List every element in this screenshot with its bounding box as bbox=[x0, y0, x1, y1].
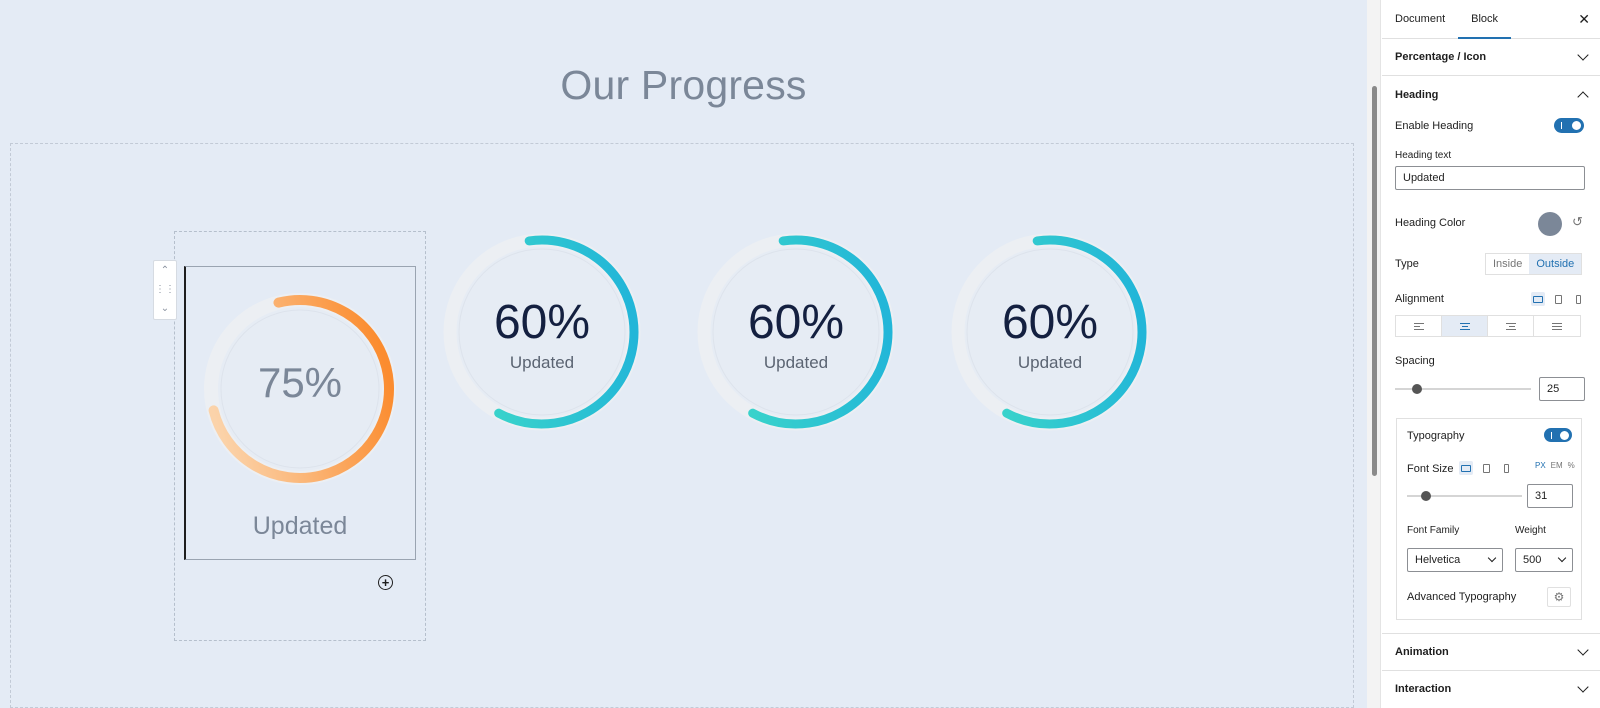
font-family-value: Helvetica bbox=[1415, 554, 1461, 566]
page-title[interactable]: Our Progress bbox=[0, 62, 1367, 109]
chevron-down-icon bbox=[1557, 553, 1567, 563]
heading-color-label: Heading Color bbox=[1395, 217, 1466, 229]
spacing-input[interactable]: 25 bbox=[1539, 377, 1585, 401]
counter-percent-2: 60% bbox=[493, 296, 591, 349]
add-block-icon[interactable]: + bbox=[378, 575, 393, 590]
counter-circle-3[interactable]: 60% Updated bbox=[693, 229, 899, 435]
tablet-icon[interactable] bbox=[1551, 292, 1565, 306]
chevron-up-icon bbox=[1577, 90, 1589, 103]
enable-heading-toggle[interactable] bbox=[1554, 118, 1584, 133]
panel-interaction[interactable]: Interaction bbox=[1382, 670, 1600, 707]
type-option-outside[interactable]: Outside bbox=[1529, 254, 1582, 274]
spacing-label: Spacing bbox=[1395, 355, 1435, 367]
editor-canvas: Our Progress ⌃ ⋮⋮ ⌄ 75% Updated 60% Upda… bbox=[0, 0, 1367, 708]
tab-document[interactable]: Document bbox=[1382, 0, 1458, 39]
counter-circle-2[interactable]: 60% Updated bbox=[439, 229, 645, 435]
weight-select[interactable]: 500 bbox=[1515, 548, 1573, 572]
counter-heading-2: Updated bbox=[509, 353, 575, 372]
font-size-slider-thumb[interactable] bbox=[1421, 491, 1431, 501]
weight-value: 500 bbox=[1523, 554, 1542, 566]
type-segmented-control: Inside Outside bbox=[1485, 253, 1583, 275]
gear-icon[interactable]: ⚙ bbox=[1547, 587, 1571, 607]
font-family-label: Font Family bbox=[1407, 525, 1460, 536]
font-size-input[interactable]: 31 bbox=[1527, 484, 1573, 508]
advanced-typography-label: Advanced Typography bbox=[1407, 591, 1517, 603]
unit-percent[interactable]: % bbox=[1568, 461, 1575, 470]
desktop-icon[interactable] bbox=[1531, 292, 1545, 306]
chevron-down-icon bbox=[1487, 553, 1497, 563]
settings-sidebar: Document Block ✕ Percentage / Icon Headi… bbox=[1367, 0, 1600, 708]
font-size-label: Font Size bbox=[1407, 463, 1454, 475]
typography-box: Typography Font Size PX EM % 31 Font Fam… bbox=[1396, 418, 1582, 620]
tablet-icon[interactable] bbox=[1479, 461, 1493, 475]
align-left-icon[interactable] bbox=[1396, 316, 1442, 336]
close-icon[interactable]: ✕ bbox=[1578, 11, 1590, 28]
unit-px[interactable]: PX bbox=[1535, 461, 1546, 470]
font-size-units: PX EM % bbox=[1535, 461, 1575, 470]
counter-circle-1[interactable]: 75% bbox=[197, 286, 403, 492]
font-size-device-switcher bbox=[1459, 461, 1513, 475]
sidebar-scrollbar-thumb[interactable] bbox=[1372, 86, 1377, 476]
alignment-device-switcher bbox=[1531, 292, 1585, 306]
reset-icon[interactable]: ↺ bbox=[1572, 214, 1583, 230]
counter-percent-1: 75% bbox=[257, 359, 343, 406]
typography-label: Typography bbox=[1407, 430, 1465, 442]
panel-title: Interaction bbox=[1395, 683, 1452, 695]
counter-heading-3: Updated bbox=[763, 353, 829, 372]
sidebar-tabs: Document Block ✕ bbox=[1382, 0, 1600, 39]
heading-color-swatch[interactable] bbox=[1538, 212, 1562, 236]
block-mover: ⌃ ⋮⋮ ⌄ bbox=[153, 260, 177, 320]
panel-title: Animation bbox=[1395, 646, 1449, 658]
font-family-select[interactable]: Helvetica bbox=[1407, 548, 1503, 572]
move-up-icon[interactable]: ⌃ bbox=[161, 265, 169, 276]
counter-percent-3: 60% bbox=[747, 296, 845, 349]
desktop-icon[interactable] bbox=[1459, 461, 1473, 475]
move-down-icon[interactable]: ⌄ bbox=[161, 304, 169, 314]
typography-toggle[interactable] bbox=[1544, 428, 1572, 442]
align-right-icon[interactable] bbox=[1488, 316, 1534, 336]
heading-text-input[interactable]: Updated bbox=[1395, 166, 1585, 190]
heading-text-label: Heading text bbox=[1395, 150, 1452, 161]
unit-em[interactable]: EM bbox=[1551, 461, 1563, 470]
spacing-slider-thumb[interactable] bbox=[1412, 384, 1422, 394]
panel-percentage-icon[interactable]: Percentage / Icon bbox=[1382, 39, 1600, 76]
mobile-icon[interactable] bbox=[1499, 461, 1513, 475]
alignment-label: Alignment bbox=[1395, 293, 1444, 305]
chevron-down-icon bbox=[1577, 49, 1589, 61]
panel-title: Percentage / Icon bbox=[1395, 51, 1487, 63]
type-label: Type bbox=[1395, 258, 1419, 270]
counter-heading-1[interactable]: Updated bbox=[184, 512, 416, 541]
panel-heading[interactable]: Heading bbox=[1382, 76, 1600, 113]
counter-percent-4: 60% bbox=[1001, 296, 1099, 349]
mobile-icon[interactable] bbox=[1571, 292, 1585, 306]
align-justify-icon[interactable] bbox=[1534, 316, 1580, 336]
enable-heading-label: Enable Heading bbox=[1395, 120, 1474, 132]
chevron-down-icon bbox=[1577, 644, 1589, 656]
weight-label: Weight bbox=[1515, 525, 1546, 536]
align-center-icon[interactable] bbox=[1442, 316, 1488, 336]
chevron-down-icon bbox=[1577, 681, 1589, 693]
type-option-inside[interactable]: Inside bbox=[1486, 254, 1529, 274]
tab-block[interactable]: Block bbox=[1458, 0, 1512, 39]
alignment-buttons bbox=[1395, 315, 1581, 337]
counter-circle-4[interactable]: 60% Updated bbox=[947, 229, 1153, 435]
panel-animation[interactable]: Animation bbox=[1382, 633, 1600, 670]
counter-heading-4: Updated bbox=[1017, 353, 1083, 372]
panel-title: Heading bbox=[1395, 88, 1439, 101]
drag-handle-icon[interactable]: ⋮⋮ bbox=[155, 284, 175, 295]
